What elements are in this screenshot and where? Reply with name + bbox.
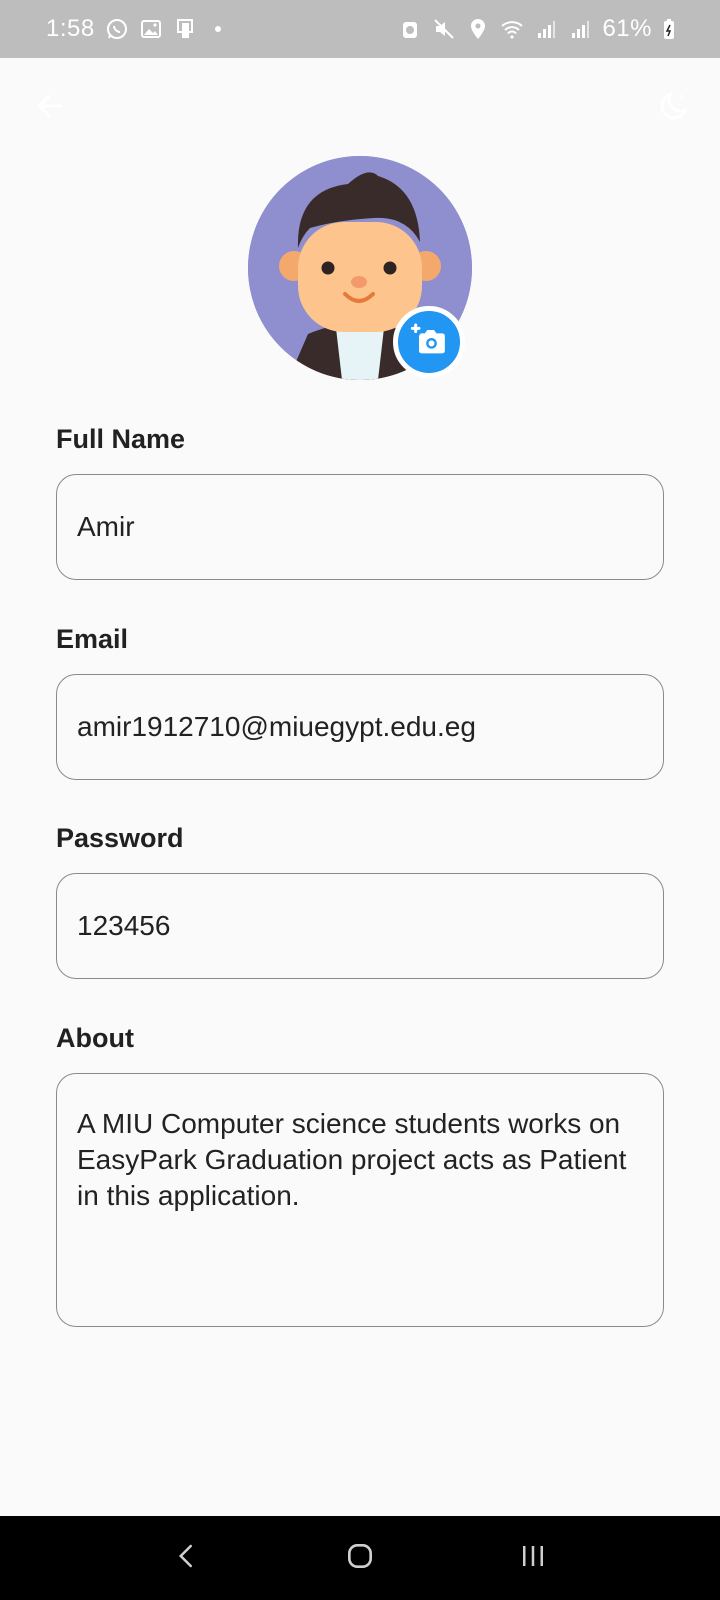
about-input[interactable]: A MIU Computer science students works on…: [77, 1106, 643, 1306]
nav-back-button[interactable]: [157, 1528, 217, 1588]
status-bar: 1:58 61%: [0, 0, 720, 58]
password-field-container: [56, 873, 664, 979]
email-input[interactable]: [77, 711, 643, 743]
status-left: 1:58: [46, 15, 221, 43]
back-button[interactable]: [30, 88, 70, 128]
signal-icon: [568, 17, 592, 41]
device-icon: [173, 17, 197, 41]
email-label: Email: [56, 624, 129, 654]
full-name-field-container: [56, 474, 664, 580]
mute-icon: [432, 17, 456, 41]
nav-recents-button[interactable]: [503, 1528, 563, 1588]
status-right: 61%: [398, 15, 676, 43]
moon-icon: [657, 89, 691, 128]
wifi-icon: [500, 17, 524, 41]
full-name-input[interactable]: [77, 511, 643, 543]
signal-icon: [534, 17, 558, 41]
password-label: Password: [56, 823, 184, 853]
whatsapp-icon: [105, 17, 129, 41]
arrow-left-icon: [34, 90, 66, 127]
nav-home-button[interactable]: [330, 1528, 390, 1588]
location-icon: [466, 17, 490, 41]
email-field-container: [56, 674, 664, 780]
about-label: About: [56, 1023, 134, 1053]
battery-percent: 61%: [602, 15, 652, 42]
full-name-label: Full Name: [56, 424, 186, 454]
system-nav-bar: [0, 1516, 720, 1600]
back-nav-icon: [172, 1541, 202, 1576]
recents-nav-icon: [518, 1541, 548, 1576]
home-nav-icon: [344, 1540, 376, 1577]
theme-toggle-button[interactable]: [654, 88, 694, 128]
alarm-icon: [398, 17, 422, 41]
battery-icon: [662, 17, 676, 41]
status-time: 1:58: [46, 15, 95, 42]
profile-avatar-wrap: [248, 156, 472, 380]
password-input[interactable]: [77, 910, 643, 942]
gallery-icon: [139, 17, 163, 41]
about-field-container: A MIU Computer science students works on…: [56, 1073, 664, 1327]
notification-dot: [214, 26, 221, 32]
add-camera-icon: [409, 320, 449, 365]
change-photo-button[interactable]: [393, 306, 465, 378]
